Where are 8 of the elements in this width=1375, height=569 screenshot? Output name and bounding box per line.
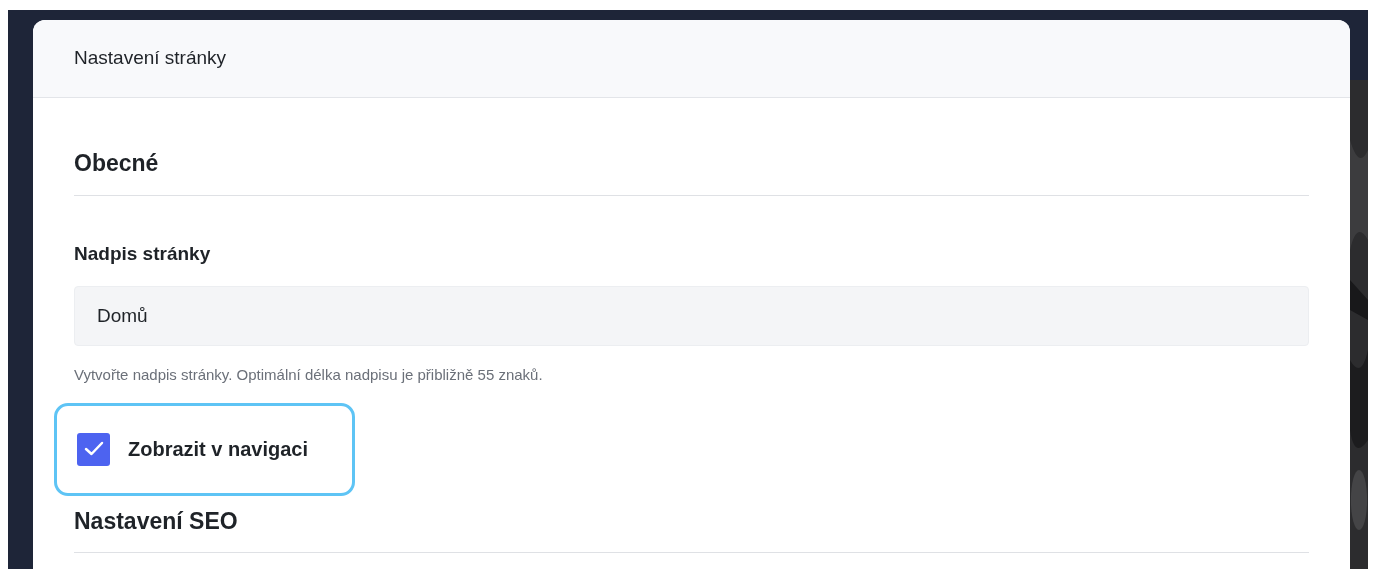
dialog-title: Nastavení stránky [74, 46, 227, 71]
checkbox-label: Zobrazit v navigaci [128, 437, 309, 462]
title-input[interactable]: Domů [74, 286, 1309, 346]
field-hint: Vytvořte nadpis stránky. Optimální délka nadpisu je přibližně 55 znaků. [74, 365, 544, 385]
nav-checkbox[interactable]: Zobrazit v navigaci [54, 402, 355, 496]
section-heading: Obecné [74, 150, 159, 176]
field-label: Nadpis stránky [74, 242, 211, 264]
section-heading: Nastavení SEO [74, 507, 238, 534]
